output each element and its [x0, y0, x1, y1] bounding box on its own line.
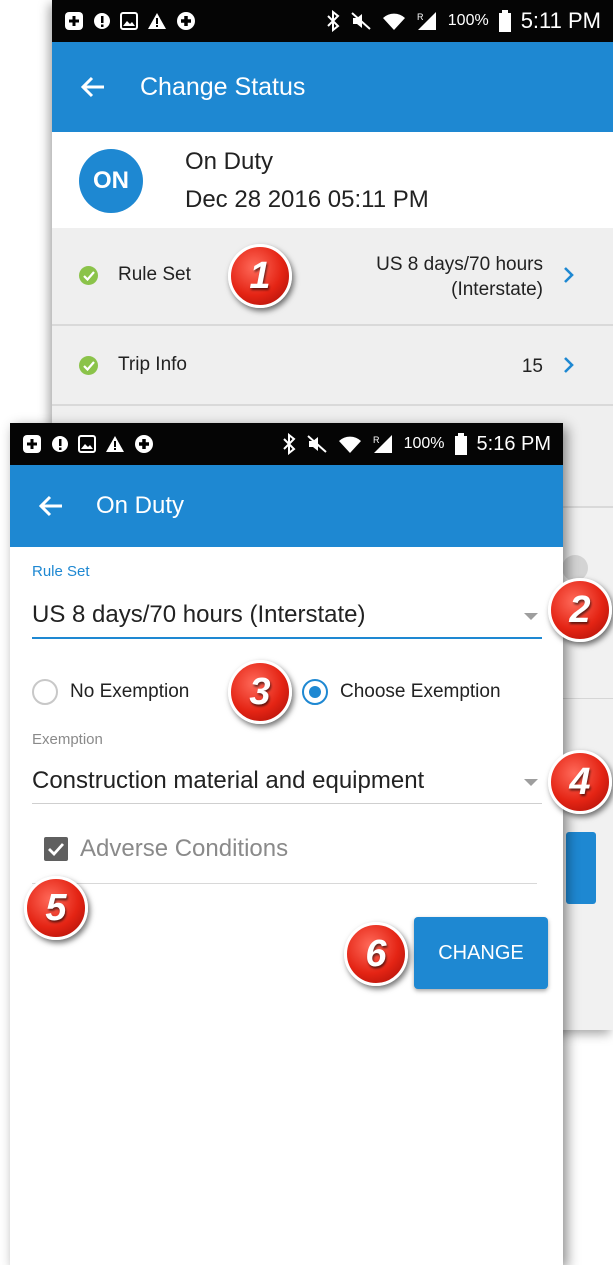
battery-percent: 100%	[447, 12, 489, 29]
page-title: Change Status	[140, 73, 306, 101]
callout-marker-1: 1	[228, 244, 292, 308]
alert-icon	[93, 12, 111, 30]
back-arrow-icon[interactable]	[80, 75, 106, 104]
callout-marker-2: 2	[548, 578, 612, 642]
bluetooth-icon	[282, 433, 296, 455]
exemption-label: Exemption	[32, 731, 103, 748]
adverse-conditions-checkbox[interactable]: Adverse Conditions	[44, 835, 288, 863]
check-circle-icon	[79, 356, 98, 375]
battery-icon	[498, 10, 511, 32]
exemption-dropdown[interactable]: Construction material and equipment	[32, 767, 542, 804]
toggle-switch[interactable]	[562, 555, 588, 581]
divider	[32, 883, 537, 884]
image-icon	[120, 12, 138, 30]
duty-status-text: On Duty	[185, 148, 274, 175]
action-button[interactable]	[566, 832, 596, 904]
battery-percent: 100%	[403, 435, 445, 452]
alert-icon	[51, 435, 69, 453]
medical-plus-icon	[134, 434, 154, 454]
medical-plus-icon	[176, 11, 196, 31]
callout-marker-4: 4	[548, 750, 612, 814]
trip-info-value: 15	[521, 356, 543, 377]
choose-exemption-radio[interactable]: Choose Exemption	[302, 677, 501, 707]
status-datetime: Dec 28 2016 05:11 PM	[185, 186, 429, 213]
trip-info-label: Trip Info	[118, 354, 187, 375]
image-icon	[78, 435, 96, 453]
check-circle-icon	[79, 266, 98, 285]
status-bar: R 100% 5:11 PM	[52, 0, 613, 42]
wifi-icon	[382, 11, 406, 31]
back-arrow-icon[interactable]	[38, 494, 64, 523]
rule-set-label: Rule Set	[32, 563, 90, 580]
app-bar: On Duty	[10, 465, 563, 547]
trip-info-row[interactable]: Trip Info 15	[52, 326, 613, 406]
clock: 5:16 PM	[476, 432, 551, 455]
dropdown-caret-icon	[524, 779, 538, 786]
page-title: On Duty	[96, 492, 185, 519]
dropdown-caret-icon	[524, 613, 538, 620]
rule-set-dropdown[interactable]: US 8 days/70 hours (Interstate)	[32, 601, 542, 639]
callout-marker-6: 6	[344, 922, 408, 986]
warning-icon	[147, 12, 167, 30]
radio-unchecked-icon	[32, 679, 58, 705]
battery-icon	[454, 433, 467, 455]
checkbox-checked-icon	[44, 837, 68, 861]
plus-notification-icon	[64, 11, 84, 31]
mute-icon	[306, 434, 328, 454]
exemption-value: Construction material and equipment	[32, 767, 425, 794]
status-header: ON On Duty Dec 28 2016 05:11 PM	[52, 132, 613, 229]
warning-icon	[105, 435, 125, 453]
svg-text:R: R	[373, 435, 380, 445]
app-bar: Change Status	[52, 42, 613, 132]
callout-marker-5: 5	[24, 876, 88, 940]
clock: 5:11 PM	[520, 8, 601, 33]
rule-set-value: US 8 days/70 hours (Interstate)	[32, 601, 366, 628]
wifi-icon	[338, 434, 362, 454]
adverse-conditions-label: Adverse Conditions	[80, 835, 289, 862]
radio-checked-icon	[302, 679, 328, 705]
chevron-right-icon	[563, 356, 575, 379]
choose-exemption-label: Choose Exemption	[340, 681, 501, 702]
change-button[interactable]: CHANGE	[414, 917, 548, 989]
no-exemption-radio[interactable]: No Exemption	[32, 677, 189, 707]
mute-icon	[350, 11, 372, 31]
duty-status-badge: ON	[79, 149, 143, 213]
plus-notification-icon	[22, 434, 42, 454]
status-bar: R 100% 5:16 PM	[10, 423, 563, 465]
rule-set-value-line1: US 8 days/70 hours	[376, 254, 543, 275]
rule-set-row[interactable]: Rule Set US 8 days/70 hours (Interstate)	[52, 228, 613, 326]
chevron-right-icon	[563, 266, 575, 289]
rule-set-value: US 8 days/70 hours (Interstate)	[376, 252, 543, 302]
rule-set-value-line2: (Interstate)	[451, 279, 543, 300]
rule-set-label: Rule Set	[118, 264, 191, 285]
callout-marker-3: 3	[228, 660, 292, 724]
on-duty-screen: R 100% 5:16 PM On Duty Rule Set US 8 day…	[10, 423, 563, 1265]
signal-icon: R	[372, 434, 394, 454]
svg-text:R: R	[417, 12, 424, 22]
no-exemption-label: No Exemption	[70, 681, 190, 702]
signal-icon: R	[416, 11, 438, 31]
bluetooth-icon	[326, 10, 340, 32]
